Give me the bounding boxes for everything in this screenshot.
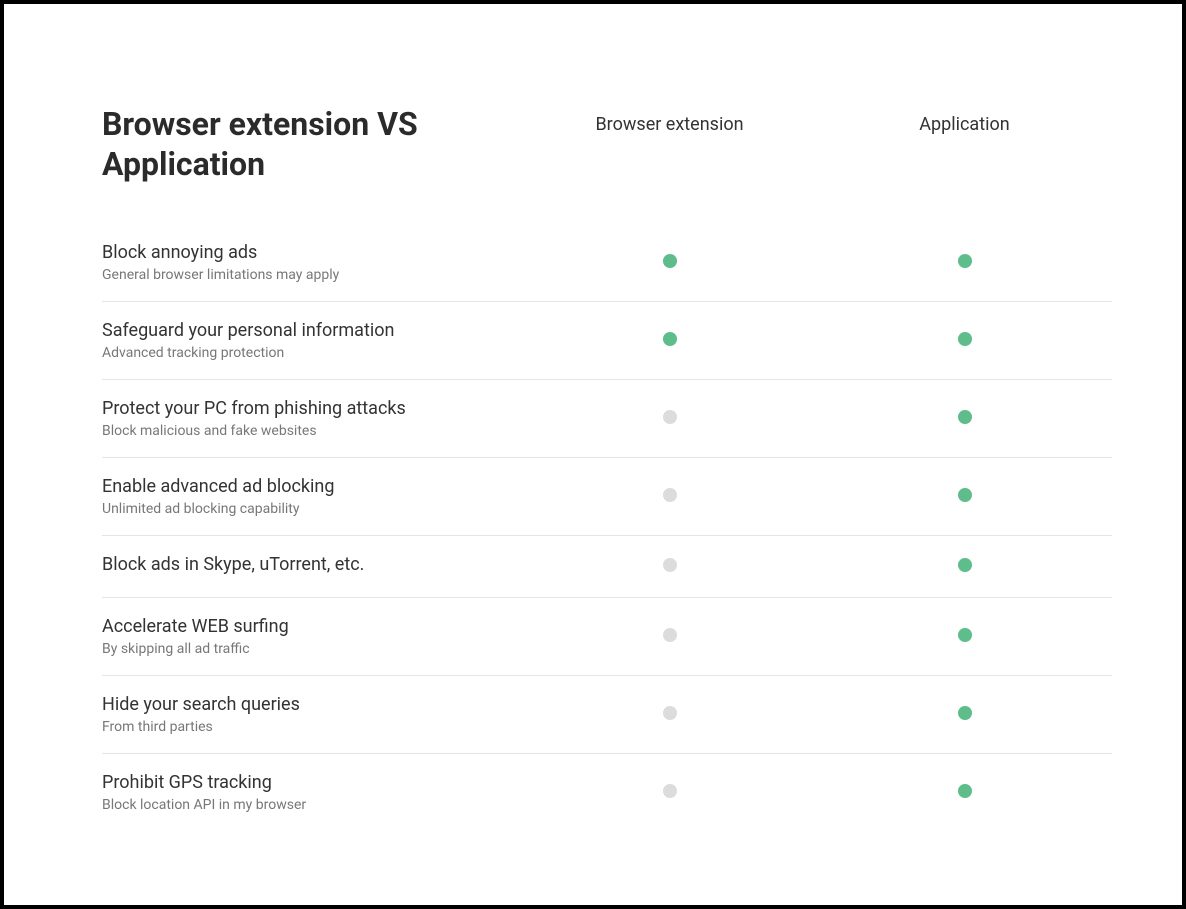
feature-title: Accelerate WEB surfing <box>102 616 522 637</box>
feature-title: Block ads in Skype, uTorrent, etc. <box>102 554 522 575</box>
status-dot-off-icon <box>663 706 677 720</box>
status-dot-on-icon <box>958 628 972 642</box>
application-indicator <box>817 598 1112 676</box>
extension-indicator <box>522 224 817 302</box>
column-label-application: Application <box>817 104 1112 135</box>
feature-cell: Block ads in Skype, uTorrent, etc. <box>102 536 522 598</box>
application-indicator <box>817 380 1112 458</box>
comparison-table: Block annoying ads General browser limita… <box>102 224 1112 831</box>
feature-title: Safeguard your personal information <box>102 320 522 341</box>
extension-indicator <box>522 598 817 676</box>
status-dot-off-icon <box>663 558 677 572</box>
table-row: Hide your search queries From third parti… <box>102 676 1112 754</box>
status-dot-on-icon <box>958 332 972 346</box>
status-dot-off-icon <box>663 784 677 798</box>
feature-cell: Accelerate WEB surfing By skipping all ad… <box>102 598 522 676</box>
feature-cell: Block annoying ads General browser limita… <box>102 224 522 302</box>
table-row: Block annoying ads General browser limita… <box>102 224 1112 302</box>
application-indicator <box>817 754 1112 832</box>
table-row: Protect your PC from phishing attacks Blo… <box>102 380 1112 458</box>
feature-title: Prohibit GPS tracking <box>102 772 522 793</box>
status-dot-on-icon <box>958 784 972 798</box>
extension-indicator <box>522 536 817 598</box>
feature-title: Hide your search queries <box>102 694 522 715</box>
status-dot-on-icon <box>958 706 972 720</box>
page-title: Browser extension VS Application <box>102 104 522 184</box>
application-indicator <box>817 224 1112 302</box>
table-row: Prohibit GPS tracking Block location API … <box>102 754 1112 832</box>
feature-cell: Prohibit GPS tracking Block location API … <box>102 754 522 832</box>
table-row: Accelerate WEB surfing By skipping all ad… <box>102 598 1112 676</box>
application-indicator <box>817 536 1112 598</box>
status-dot-on-icon <box>663 332 677 346</box>
status-dot-off-icon <box>663 488 677 502</box>
feature-cell: Safeguard your personal information Advan… <box>102 302 522 380</box>
feature-title: Protect your PC from phishing attacks <box>102 398 522 419</box>
status-dot-on-icon <box>958 254 972 268</box>
feature-subtitle: By skipping all ad traffic <box>102 641 522 657</box>
feature-title: Enable advanced ad blocking <box>102 476 522 497</box>
status-dot-on-icon <box>958 410 972 424</box>
status-dot-on-icon <box>958 488 972 502</box>
feature-subtitle: General browser limitations may apply <box>102 267 522 283</box>
feature-subtitle: From third parties <box>102 719 522 735</box>
feature-title: Block annoying ads <box>102 242 522 263</box>
extension-indicator <box>522 458 817 536</box>
status-dot-off-icon <box>663 628 677 642</box>
feature-cell: Enable advanced ad blocking Unlimited ad … <box>102 458 522 536</box>
table-row: Enable advanced ad blocking Unlimited ad … <box>102 458 1112 536</box>
comparison-header: Browser extension VS Application Browser… <box>102 104 1112 184</box>
extension-indicator <box>522 380 817 458</box>
extension-indicator <box>522 754 817 832</box>
feature-subtitle: Advanced tracking protection <box>102 345 522 361</box>
feature-subtitle: Unlimited ad blocking capability <box>102 501 522 517</box>
column-label-extension: Browser extension <box>522 104 817 135</box>
table-row: Block ads in Skype, uTorrent, etc. <box>102 536 1112 598</box>
extension-indicator <box>522 302 817 380</box>
table-row: Safeguard your personal information Advan… <box>102 302 1112 380</box>
feature-subtitle: Block location API in my browser <box>102 797 522 813</box>
status-dot-on-icon <box>663 254 677 268</box>
extension-indicator <box>522 676 817 754</box>
feature-subtitle: Block malicious and fake websites <box>102 423 522 439</box>
application-indicator <box>817 458 1112 536</box>
status-dot-on-icon <box>958 558 972 572</box>
status-dot-off-icon <box>663 410 677 424</box>
application-indicator <box>817 302 1112 380</box>
feature-cell: Protect your PC from phishing attacks Blo… <box>102 380 522 458</box>
application-indicator <box>817 676 1112 754</box>
feature-cell: Hide your search queries From third parti… <box>102 676 522 754</box>
